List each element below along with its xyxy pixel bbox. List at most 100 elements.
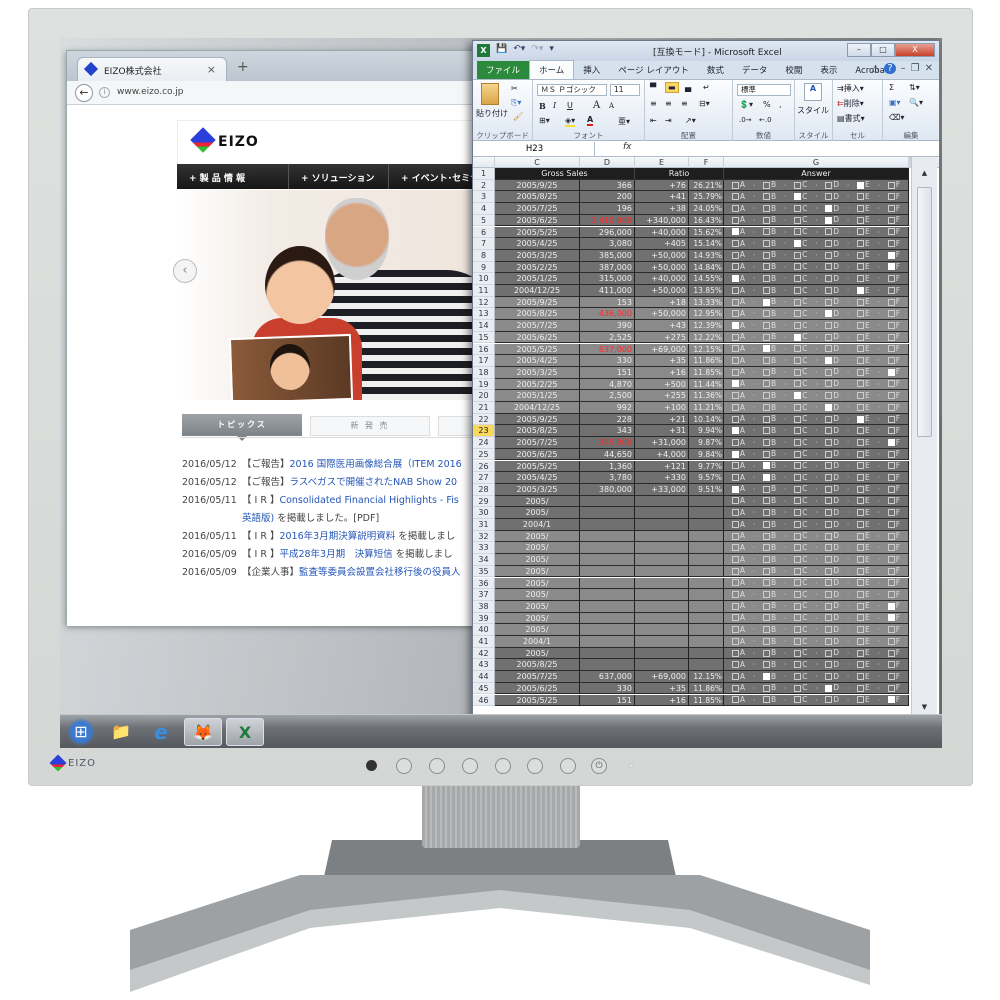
row-number[interactable]: 36 (473, 577, 495, 590)
cell-gross-sales[interactable] (580, 624, 635, 636)
checkbox-icon[interactable] (794, 310, 802, 318)
answer-option[interactable]: A (731, 601, 745, 612)
answer-option[interactable]: E (857, 297, 870, 308)
cell-ratio-percent[interactable] (689, 507, 724, 519)
cell-gross-sales[interactable] (580, 589, 635, 601)
checkbox-icon[interactable] (857, 345, 865, 353)
row-number[interactable]: 35 (473, 565, 495, 578)
row-number[interactable]: 22 (473, 413, 495, 426)
checkbox-icon[interactable] (857, 684, 865, 692)
answer-option[interactable]: D (825, 484, 839, 495)
cell-date[interactable]: 2005/5/25 (495, 694, 580, 707)
cell-gross-sales[interactable] (580, 636, 635, 648)
checkbox-icon[interactable] (794, 298, 802, 306)
answer-option[interactable]: A (731, 297, 745, 308)
checkbox-icon[interactable] (887, 649, 895, 657)
cell-date[interactable]: 2005/6/25 (495, 448, 580, 461)
cell-answer[interactable]: A · B · C · D · E · F (724, 624, 909, 636)
checkbox-icon[interactable] (794, 193, 802, 201)
answer-option[interactable]: D (825, 695, 839, 706)
checkbox-icon[interactable] (825, 474, 833, 482)
row-number[interactable]: 45 (473, 682, 495, 695)
answer-option[interactable]: C (794, 414, 807, 425)
cell-answer[interactable]: A · B · C · D · E · F (724, 308, 909, 321)
checkbox-icon[interactable] (887, 684, 895, 692)
answer-option[interactable]: D (825, 344, 839, 355)
formula-input[interactable] (639, 142, 929, 156)
answer-option[interactable]: B (762, 636, 776, 647)
answer-option[interactable]: B (762, 449, 776, 460)
answer-option[interactable]: E (857, 496, 870, 507)
checkbox-icon[interactable] (762, 626, 770, 634)
cell-ratio-percent[interactable]: 11.44% (689, 378, 724, 391)
cell-answer[interactable]: A · B · C · D · E · F (724, 179, 909, 192)
answer-option[interactable]: B (762, 332, 776, 343)
worksheet-grid[interactable]: C D E F G 1 Gross Sales Ratio Answer 2 20… (473, 157, 939, 717)
answer-option[interactable]: A (731, 425, 745, 436)
cell-ratio-percent[interactable] (689, 659, 724, 672)
checkbox-icon[interactable] (857, 403, 865, 411)
cell-date[interactable]: 2005/ (495, 624, 580, 636)
checkbox-icon[interactable] (887, 532, 895, 540)
answer-option[interactable]: A (731, 461, 745, 472)
file-explorer-icon[interactable]: 📁 (102, 718, 140, 746)
column-header-g[interactable]: G (724, 157, 909, 168)
checkbox-icon[interactable] (857, 532, 865, 540)
row-number[interactable]: 13 (473, 308, 495, 321)
answer-option[interactable]: D (825, 671, 839, 682)
row-number[interactable]: 11 (473, 285, 495, 297)
cell-ratio-delta[interactable]: +18 (635, 296, 689, 309)
checkbox-icon[interactable] (825, 286, 833, 294)
checkbox-icon[interactable] (731, 240, 739, 248)
answer-option[interactable]: D (825, 601, 839, 612)
answer-option[interactable]: C (794, 425, 807, 436)
checkbox-icon[interactable] (762, 637, 770, 645)
answer-option[interactable]: D (825, 507, 839, 518)
checkbox-icon[interactable] (825, 275, 833, 283)
monitor-button-4[interactable] (495, 758, 511, 774)
cell-answer[interactable]: A · B · C · D · E · F (724, 249, 909, 262)
cell-ratio-delta[interactable] (635, 565, 689, 578)
cell-date[interactable]: 2005/5/25 (495, 226, 580, 239)
answer-option[interactable]: A (731, 613, 745, 624)
row-number[interactable]: 40 (473, 624, 495, 636)
answer-option[interactable]: C (794, 578, 807, 589)
tab-file[interactable]: ファイル (477, 61, 530, 79)
cell-gross-sales[interactable] (580, 530, 635, 543)
checkbox-icon[interactable] (794, 204, 802, 212)
bold-button[interactable]: B (539, 101, 546, 111)
answer-option[interactable]: A (731, 332, 745, 343)
checkbox-icon[interactable] (731, 310, 739, 318)
answer-option[interactable]: D (825, 320, 839, 331)
cell-answer[interactable]: A · B · C · D · E · F (724, 647, 909, 660)
answer-option[interactable]: D (825, 250, 839, 261)
cell-gross-sales[interactable]: 411,000 (580, 285, 635, 297)
checkbox-icon[interactable] (731, 462, 739, 470)
cell-ratio-percent[interactable]: 12.15% (689, 343, 724, 356)
cell-date[interactable]: 2005/1/25 (495, 390, 580, 402)
cell-answer[interactable]: A · B · C · D · E · F (724, 378, 909, 391)
answer-option[interactable]: B (762, 578, 776, 589)
checkbox-icon[interactable] (762, 684, 770, 692)
cell-date[interactable]: 2005/4/25 (495, 355, 580, 367)
cell-date[interactable]: 2005/7/25 (495, 671, 580, 683)
answer-option[interactable]: E (857, 578, 870, 589)
cell-date[interactable]: 2005/9/25 (495, 179, 580, 192)
row-number[interactable]: 8 (473, 249, 495, 262)
checkbox-icon[interactable] (794, 228, 802, 236)
checkbox-icon[interactable] (857, 614, 865, 622)
answer-option[interactable]: D (825, 472, 839, 483)
answer-option[interactable]: B (762, 601, 776, 612)
cell-gross-sales[interactable]: 345,000 (580, 437, 635, 449)
checkbox-icon[interactable] (762, 240, 770, 248)
answer-option[interactable]: C (794, 238, 807, 249)
checkbox-icon[interactable] (857, 567, 865, 575)
row-number[interactable]: 37 (473, 589, 495, 601)
checkbox-icon[interactable] (794, 368, 802, 376)
checkbox-icon[interactable] (794, 579, 802, 587)
checkbox-icon[interactable] (731, 181, 739, 189)
answer-option[interactable]: F (887, 308, 900, 319)
answer-option[interactable]: C (794, 554, 807, 565)
answer-option[interactable]: E (857, 484, 870, 495)
checkbox-icon[interactable] (857, 509, 865, 517)
